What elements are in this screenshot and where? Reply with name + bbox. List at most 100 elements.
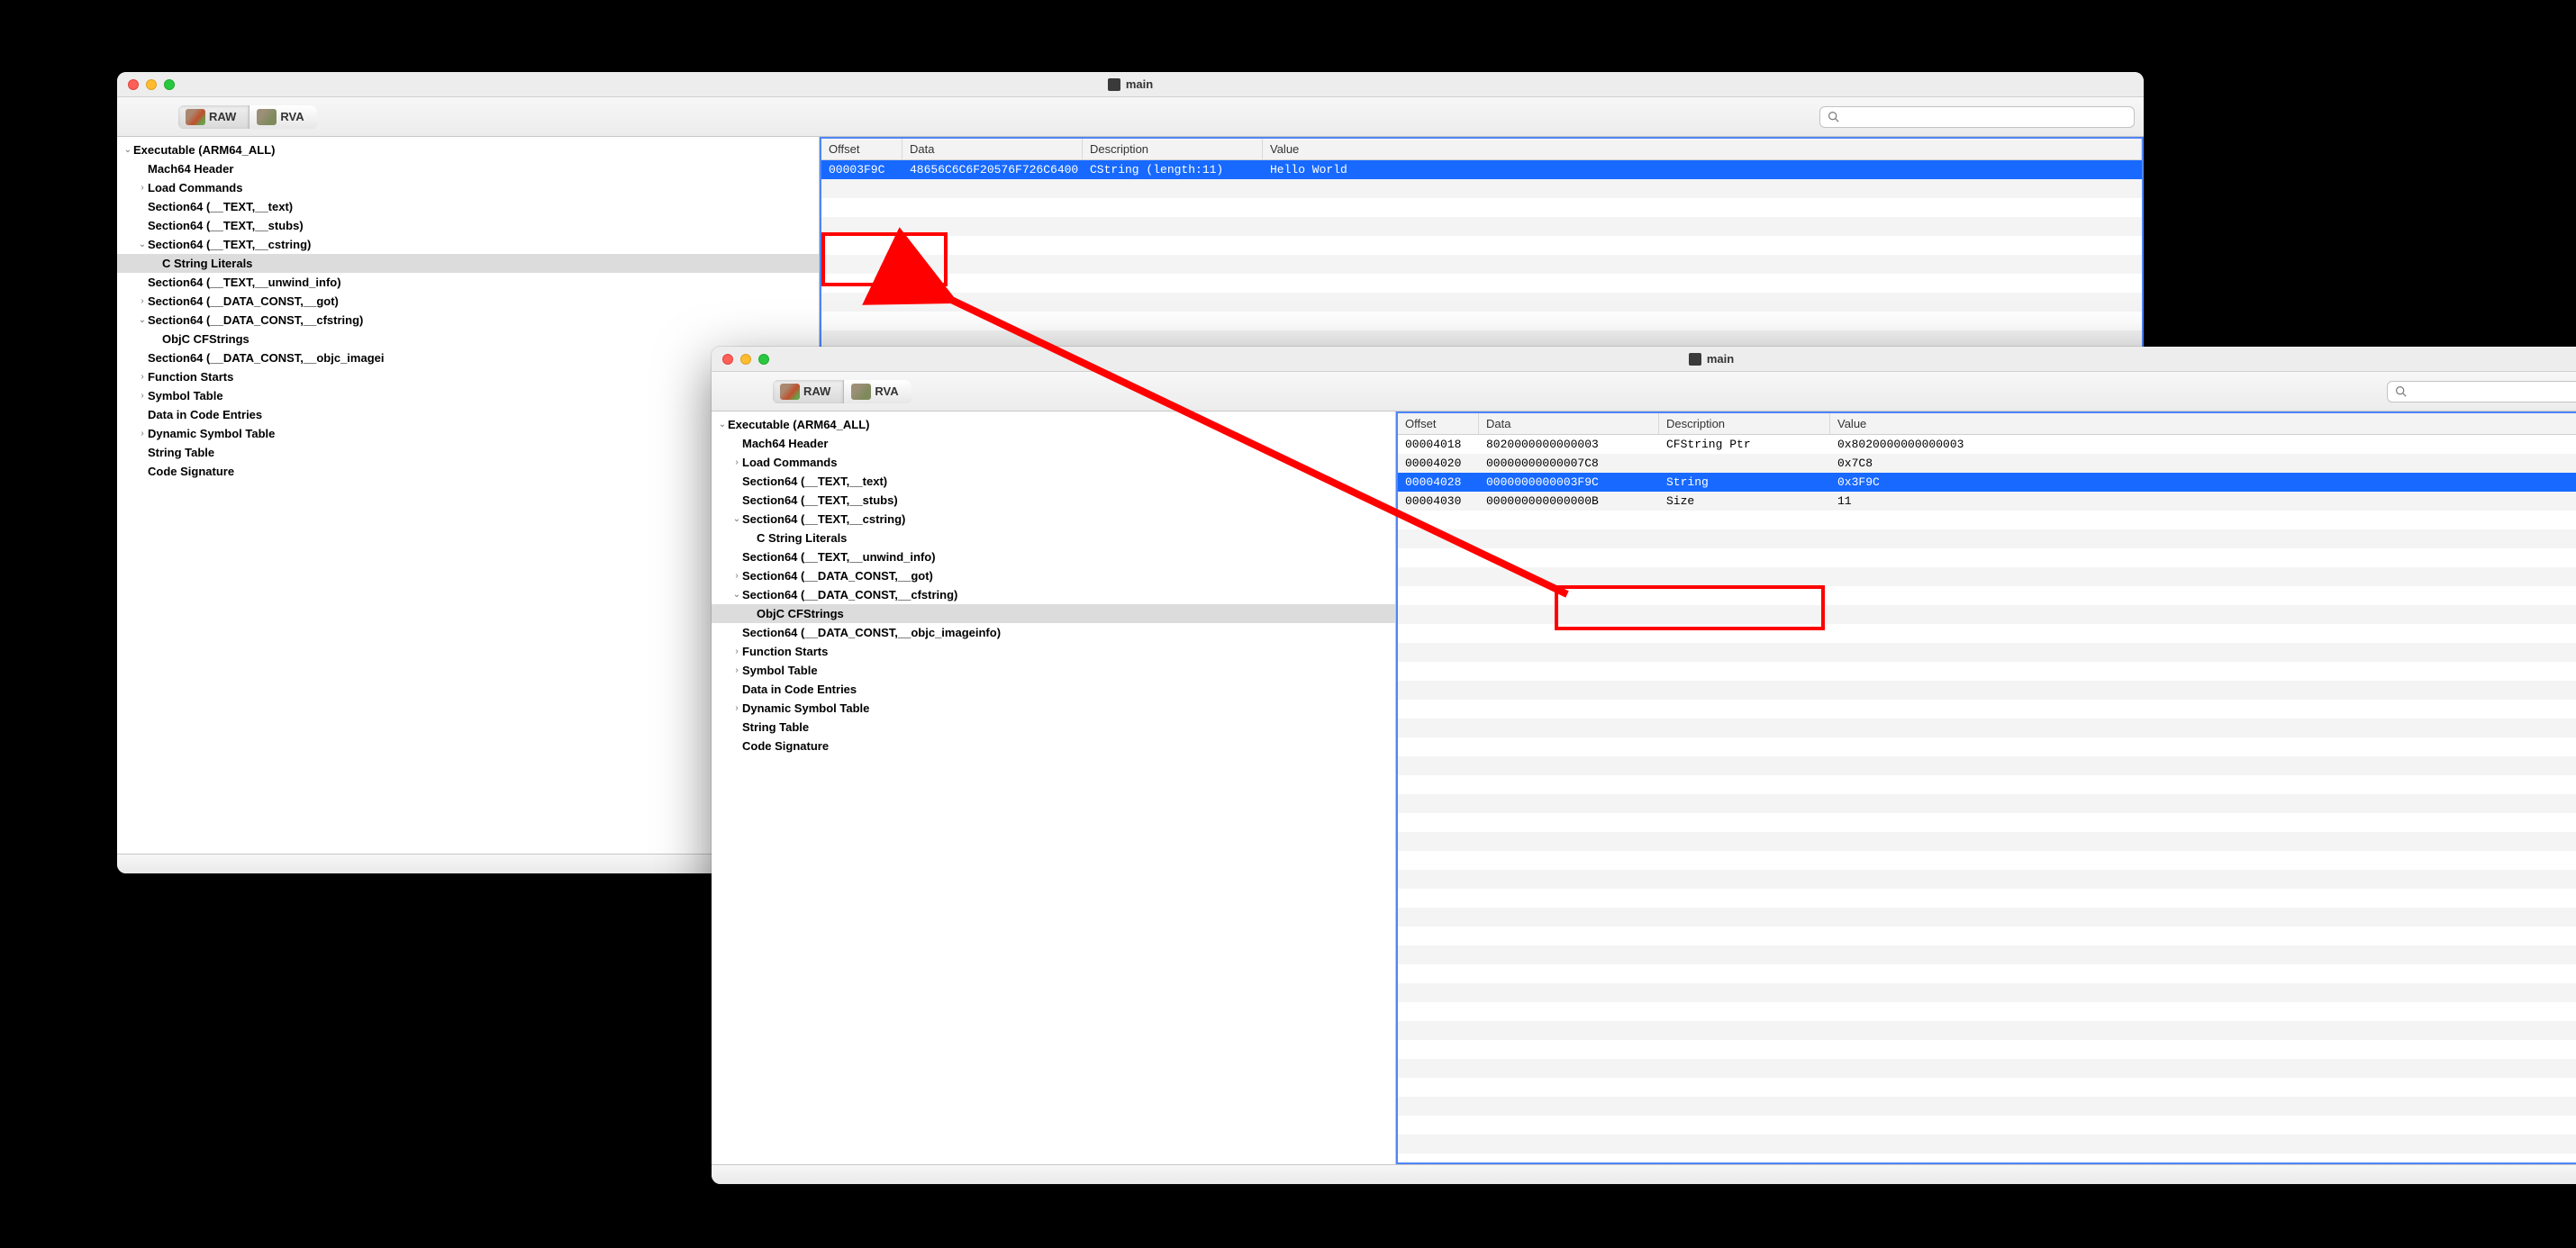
chevron-right-icon[interactable]: ›	[731, 647, 742, 656]
rva-icon	[851, 384, 871, 400]
tree-item[interactable]: ›Section64 (__DATA_CONST,__got)	[117, 292, 819, 311]
tree-item[interactable]: Data in Code Entries	[712, 680, 1395, 699]
cell-value: 0x8020000000000003	[1830, 438, 2576, 451]
table-row[interactable]: 00003F9C48656C6C6F20576F726C6400CString …	[821, 160, 2142, 179]
search-field[interactable]	[2387, 381, 2576, 402]
chevron-down-icon[interactable]: ⌄	[731, 590, 742, 600]
chevron-right-icon[interactable]: ›	[137, 372, 148, 382]
minimize-button[interactable]	[146, 79, 157, 90]
tree-item[interactable]: Section64 (__TEXT,__stubs)	[117, 216, 819, 235]
tree-item[interactable]: Mach64 Header	[117, 159, 819, 178]
chevron-right-icon[interactable]: ›	[731, 571, 742, 581]
table-row-empty	[1398, 794, 2576, 813]
tree-item[interactable]: Section64 (__TEXT,__unwind_info)	[712, 547, 1395, 566]
table-row-empty	[1398, 1021, 2576, 1040]
tree-item[interactable]: Section64 (__TEXT,__stubs)	[712, 491, 1395, 510]
structure-tree[interactable]: ⌄Executable (ARM64_ALL) Mach64 Header ›L…	[712, 411, 1396, 1164]
toolbar: RAW RVA	[712, 372, 2576, 411]
table-row-empty	[1398, 775, 2576, 794]
tree-item[interactable]: ⌄Section64 (__DATA_CONST,__cfstring)	[712, 585, 1395, 604]
table-row[interactable]: 000040188020000000000003CFString Ptr0x80…	[1398, 435, 2576, 454]
tree-item[interactable]: Mach64 Header	[712, 434, 1395, 453]
detail-rows[interactable]: 000040188020000000000003CFString Ptr0x80…	[1398, 435, 2576, 1162]
header-value[interactable]: Value	[1830, 413, 2576, 434]
close-button[interactable]	[722, 354, 733, 365]
close-button[interactable]	[128, 79, 139, 90]
tree-item[interactable]: ›Symbol Table	[712, 661, 1395, 680]
tree-item[interactable]: ›Dynamic Symbol Table	[712, 699, 1395, 718]
chevron-down-icon[interactable]: ⌄	[731, 514, 742, 524]
tree-root[interactable]: ⌄Executable (ARM64_ALL)	[712, 415, 1395, 434]
tree-item[interactable]: Section64 (__TEXT,__unwind_info)	[117, 273, 819, 292]
tree-item[interactable]: Section64 (__DATA_CONST,__objc_imageinfo…	[712, 623, 1395, 642]
zoom-button[interactable]	[758, 354, 769, 365]
header-offset[interactable]: Offset	[821, 139, 903, 159]
header-value[interactable]: Value	[1263, 139, 2142, 159]
table-row-empty	[1398, 643, 2576, 662]
table-row-empty	[1398, 529, 2576, 548]
chevron-down-icon[interactable]: ⌄	[137, 240, 148, 249]
tree-item[interactable]: ⌄Section64 (__TEXT,__cstring)	[712, 510, 1395, 529]
chevron-right-icon[interactable]: ›	[137, 296, 148, 306]
tree-item-selected[interactable]: ObjC CFStrings	[712, 604, 1395, 623]
chevron-down-icon[interactable]: ⌄	[122, 145, 133, 155]
tree-item[interactable]: C String Literals	[712, 529, 1395, 547]
raw-mode-button[interactable]: RAW	[773, 380, 844, 403]
rva-mode-button[interactable]: RVA	[844, 380, 911, 403]
search-field[interactable]	[1819, 106, 2135, 128]
window-title: main	[712, 352, 2576, 366]
minimize-button[interactable]	[740, 354, 751, 365]
header-description[interactable]: Description	[1659, 413, 1830, 434]
chevron-right-icon[interactable]: ›	[731, 457, 742, 467]
tree-item[interactable]: Section64 (__TEXT,__text)	[117, 197, 819, 216]
cell-data: 000000000000000B	[1479, 494, 1659, 508]
window-footer	[712, 1164, 2576, 1184]
view-mode-segmented: RAW RVA	[773, 380, 912, 403]
view-mode-segmented: RAW RVA	[178, 105, 317, 129]
header-offset[interactable]: Offset	[1398, 413, 1479, 434]
chevron-right-icon[interactable]: ›	[731, 703, 742, 713]
raw-mode-button[interactable]: RAW	[178, 105, 249, 129]
tree-item[interactable]: ›Load Commands	[712, 453, 1395, 472]
table-row-empty	[1398, 567, 2576, 586]
tree-item[interactable]: ›Load Commands	[117, 178, 819, 197]
chevron-right-icon[interactable]: ›	[137, 429, 148, 439]
chevron-down-icon[interactable]: ⌄	[137, 315, 148, 325]
zoom-button[interactable]	[164, 79, 175, 90]
chevron-right-icon[interactable]: ›	[731, 665, 742, 675]
tree-item[interactable]: ›Section64 (__DATA_CONST,__got)	[712, 566, 1395, 585]
rva-mode-button[interactable]: RVA	[249, 105, 316, 129]
table-row-empty	[1398, 1153, 2576, 1162]
table-row[interactable]: 00004030000000000000000BSize11	[1398, 492, 2576, 511]
table-row-empty	[1398, 586, 2576, 605]
chevron-down-icon[interactable]: ⌄	[717, 420, 728, 430]
cell-desc: Size	[1659, 494, 1830, 508]
tree-root[interactable]: ⌄Executable (ARM64_ALL)	[117, 140, 819, 159]
raw-icon	[186, 109, 205, 125]
table-row-empty	[1398, 737, 2576, 756]
table-row-empty	[821, 198, 2142, 217]
chevron-right-icon[interactable]: ›	[137, 183, 148, 193]
tree-item[interactable]: ObjC CFStrings	[117, 330, 819, 348]
search-input[interactable]	[1845, 110, 2127, 123]
table-row-empty	[821, 274, 2142, 293]
header-description[interactable]: Description	[1083, 139, 1263, 159]
search-input[interactable]	[2412, 384, 2576, 398]
tree-item[interactable]: String Table	[712, 718, 1395, 737]
table-row-empty	[821, 217, 2142, 236]
tree-item[interactable]: ⌄Section64 (__TEXT,__cstring)	[117, 235, 819, 254]
table-row[interactable]: 0000402000000000000007C80x7C8	[1398, 454, 2576, 473]
cell-offset: 00004028	[1398, 475, 1479, 489]
tree-item[interactable]: ›Function Starts	[712, 642, 1395, 661]
tree-item[interactable]: Code Signature	[712, 737, 1395, 755]
chevron-right-icon[interactable]: ›	[137, 391, 148, 401]
tree-item-selected[interactable]: C String Literals	[117, 254, 819, 273]
tree-item[interactable]: ⌄Section64 (__DATA_CONST,__cfstring)	[117, 311, 819, 330]
table-row-empty	[1398, 624, 2576, 643]
cell-offset: 00004030	[1398, 494, 1479, 508]
header-data[interactable]: Data	[903, 139, 1083, 159]
table-row-empty	[1398, 927, 2576, 945]
header-data[interactable]: Data	[1479, 413, 1659, 434]
tree-item[interactable]: Section64 (__TEXT,__text)	[712, 472, 1395, 491]
table-row[interactable]: 000040280000000000003F9CString0x3F9C	[1398, 473, 2576, 492]
